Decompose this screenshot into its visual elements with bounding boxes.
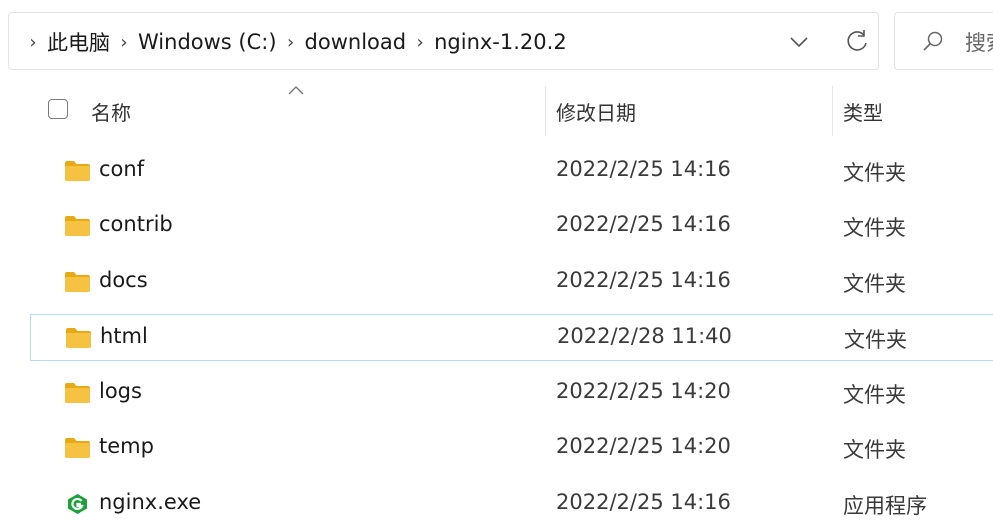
- folder-icon: [65, 216, 90, 236]
- breadcrumb-separator-icon[interactable]: ›: [277, 32, 305, 53]
- column-divider[interactable]: [832, 86, 833, 136]
- file-row-temp[interactable]: temp 2022/2/25 14:20 文件夹: [30, 425, 993, 472]
- column-header-row: 名称 修改日期 类型: [0, 82, 993, 138]
- file-name: logs: [99, 379, 142, 403]
- breadcrumb-download[interactable]: download: [305, 30, 407, 54]
- file-type: 文件夹: [844, 328, 907, 352]
- search-box[interactable]: 搜索: [894, 12, 993, 70]
- folder-icon: [65, 272, 90, 292]
- nginx-app-icon: [68, 494, 87, 514]
- file-row-conf[interactable]: conf 2022/2/25 14:16 文件夹: [30, 148, 993, 195]
- column-header-name[interactable]: 名称: [91, 97, 131, 126]
- file-row-logs[interactable]: logs 2022/2/25 14:20 文件夹: [30, 370, 993, 417]
- chevron-down-icon: [790, 37, 808, 48]
- column-divider[interactable]: [545, 86, 546, 136]
- folder-icon: [65, 383, 90, 403]
- breadcrumb: › 此电脑 › Windows (C:) › download › nginx-…: [19, 13, 567, 71]
- select-all-checkbox[interactable]: [48, 99, 68, 119]
- file-name: conf: [99, 157, 145, 181]
- file-name: nginx.exe: [99, 490, 202, 514]
- file-date: 2022/2/28 11:40: [557, 324, 732, 348]
- breadcrumb-separator-icon[interactable]: ›: [110, 32, 138, 53]
- file-type: 文件夹: [843, 272, 906, 296]
- file-type: 文件夹: [843, 161, 906, 185]
- file-date: 2022/2/25 14:16: [556, 157, 731, 181]
- file-type: 文件夹: [843, 216, 906, 240]
- sort-ascending-icon: [288, 86, 304, 95]
- file-date: 2022/2/25 14:16: [556, 490, 731, 514]
- search-input[interactable]: 搜索: [965, 27, 993, 57]
- breadcrumb-drive-c[interactable]: Windows (C:): [138, 30, 277, 54]
- folder-icon: [65, 161, 90, 181]
- file-name: docs: [99, 268, 148, 292]
- file-type: 文件夹: [843, 383, 906, 407]
- breadcrumb-expand-icon[interactable]: ›: [19, 32, 47, 53]
- file-row-docs[interactable]: docs 2022/2/25 14:16 文件夹: [30, 259, 993, 306]
- column-header-type[interactable]: 类型: [843, 97, 883, 126]
- file-date: 2022/2/25 14:16: [556, 268, 731, 292]
- file-name: contrib: [99, 212, 173, 236]
- folder-icon: [66, 328, 91, 348]
- file-date: 2022/2/25 14:16: [556, 212, 731, 236]
- file-date: 2022/2/25 14:20: [556, 434, 731, 458]
- folder-icon: [65, 438, 90, 458]
- breadcrumb-nginx[interactable]: nginx-1.20.2: [434, 30, 567, 54]
- refresh-icon: [847, 30, 867, 51]
- refresh-button[interactable]: [837, 26, 877, 58]
- file-name: temp: [99, 434, 154, 458]
- search-icon: [923, 31, 943, 51]
- file-row-nginx-exe[interactable]: nginx.exe 2022/2/25 14:16 应用程序: [30, 481, 993, 528]
- address-history-button[interactable]: [779, 27, 819, 57]
- address-bar[interactable]: › 此电脑 › Windows (C:) › download › nginx-…: [8, 12, 879, 70]
- file-row-html[interactable]: html 2022/2/28 11:40 文件夹: [30, 314, 993, 361]
- file-row-contrib[interactable]: contrib 2022/2/25 14:16 文件夹: [30, 203, 993, 250]
- column-header-date[interactable]: 修改日期: [556, 97, 636, 126]
- file-type: 文件夹: [843, 438, 906, 462]
- file-name: html: [100, 324, 148, 348]
- breadcrumb-separator-icon[interactable]: ›: [406, 32, 434, 53]
- file-date: 2022/2/25 14:20: [556, 379, 731, 403]
- file-type: 应用程序: [843, 494, 927, 518]
- breadcrumb-this-pc[interactable]: 此电脑: [47, 27, 110, 57]
